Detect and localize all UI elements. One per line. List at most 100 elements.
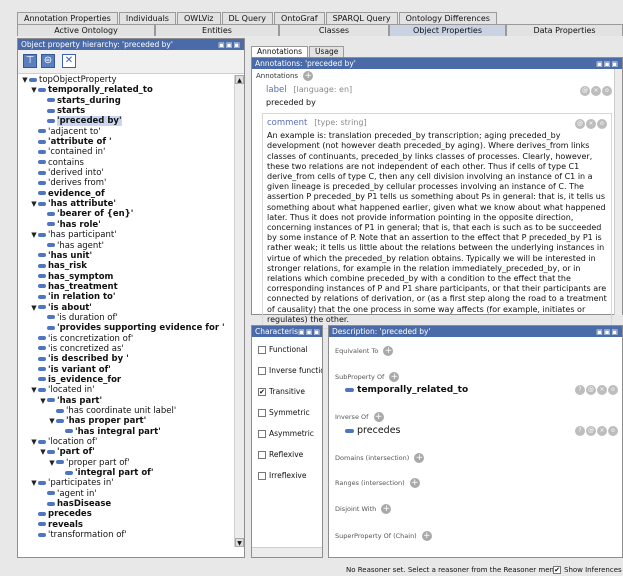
info-icon[interactable]: o: [597, 119, 607, 130]
tree-item[interactable]: is_evidence_for: [18, 375, 244, 385]
edit-icon[interactable]: @: [575, 119, 585, 130]
edit-icon[interactable]: @: [586, 385, 596, 395]
tree-item[interactable]: 'derives from': [18, 178, 244, 188]
delete-icon[interactable]: ×: [591, 86, 601, 96]
tree-item[interactable]: 'contained in': [18, 147, 244, 157]
tree-item[interactable]: ▼ 'participates in': [18, 478, 244, 488]
tree-item[interactable]: ▼ 'has part': [18, 396, 244, 406]
tab-classes[interactable]: Classes: [279, 24, 389, 36]
tree-item[interactable]: has_risk: [18, 261, 244, 271]
characteristic-checkbox[interactable]: [258, 409, 266, 417]
edit-icon[interactable]: @: [580, 86, 590, 96]
characteristics-horizontal-scrollbar[interactable]: [252, 547, 322, 557]
tree-item[interactable]: ▼ topObjectProperty: [18, 75, 244, 85]
delete-icon[interactable]: ×: [597, 426, 607, 436]
add-equivalent-icon[interactable]: +: [383, 346, 394, 356]
tab-owlviz[interactable]: OWLViz: [176, 12, 221, 24]
edit-icon[interactable]: @: [586, 426, 596, 436]
show-inferences-checkbox[interactable]: ✔: [553, 566, 561, 574]
characteristic-item[interactable]: ✔ Transitive: [252, 386, 322, 400]
expand-toggle-icon[interactable]: ▼: [48, 416, 56, 426]
panel-window-buttons[interactable]: ▣▣▣: [298, 327, 321, 338]
tree-item[interactable]: 'preceded by': [18, 116, 244, 127]
expand-toggle-icon[interactable]: ▼: [30, 199, 38, 209]
expand-toggle-icon[interactable]: ▼: [30, 85, 38, 95]
expand-toggle-icon[interactable]: ▼: [30, 303, 38, 313]
inverse-value[interactable]: precedes: [345, 425, 401, 436]
delete-icon[interactable]: ×: [586, 119, 596, 130]
characteristic-item[interactable]: Asymmetric: [252, 428, 322, 442]
tree-item[interactable]: 'has unit': [18, 251, 244, 261]
delete-icon[interactable]: ×: [597, 385, 607, 395]
characteristic-item[interactable]: Functional: [252, 344, 322, 358]
tree-item[interactable]: 'is duration of': [18, 313, 244, 323]
add-disjoint-icon[interactable]: +: [381, 504, 392, 514]
characteristic-checkbox[interactable]: [258, 451, 266, 459]
tree-item[interactable]: ▼ 'part of': [18, 447, 244, 457]
characteristic-item[interactable]: Symmetric: [252, 407, 322, 421]
property-tree[interactable]: ▼ topObjectProperty ▼ temporally_related_to…: [18, 75, 244, 547]
characteristic-checkbox[interactable]: [258, 430, 266, 438]
add-inverse-icon[interactable]: +: [373, 412, 384, 422]
expand-toggle-icon[interactable]: ▼: [39, 447, 47, 457]
delete-property-icon[interactable]: ✕: [62, 54, 76, 68]
tree-item[interactable]: 'has role': [18, 220, 244, 230]
tree-item[interactable]: ▼ 'has attribute': [18, 199, 244, 209]
add-chain-icon[interactable]: +: [421, 531, 432, 541]
tree-item[interactable]: 'is described by ': [18, 354, 244, 364]
characteristic-checkbox[interactable]: [258, 367, 266, 375]
annotations-vertical-scrollbar[interactable]: [614, 69, 622, 315]
expand-toggle-icon[interactable]: ▼: [30, 437, 38, 447]
tree-item[interactable]: 'transformation of': [18, 530, 244, 540]
tree-item[interactable]: contains: [18, 158, 244, 168]
tree-item[interactable]: 'integral part of': [18, 468, 244, 478]
characteristic-checkbox[interactable]: [258, 472, 266, 480]
expand-toggle-icon[interactable]: ▼: [48, 458, 56, 468]
tree-item[interactable]: ▼ 'proper part of': [18, 458, 244, 468]
expand-toggle-icon[interactable]: ▼: [39, 396, 47, 406]
tab-usage[interactable]: Usage: [309, 46, 345, 57]
tree-item[interactable]: 'derived into': [18, 168, 244, 178]
tab-ontograf[interactable]: OntoGraf: [273, 12, 325, 24]
characteristic-checkbox[interactable]: [258, 346, 266, 354]
tree-item[interactable]: 'has agent': [18, 241, 244, 251]
add-annotation-icon[interactable]: +: [303, 71, 314, 81]
tree-item[interactable]: reveals: [18, 520, 244, 530]
tree-item[interactable]: ▼ 'has proper part': [18, 416, 244, 426]
tree-item[interactable]: precedes: [18, 509, 244, 519]
tree-item[interactable]: evidence_of: [18, 189, 244, 199]
characteristic-item[interactable]: Reflexive: [252, 449, 322, 463]
tree-item[interactable]: ▼ 'location of': [18, 437, 244, 447]
expand-toggle-icon[interactable]: ▼: [30, 385, 38, 395]
expand-toggle-icon[interactable]: ▼: [30, 230, 38, 240]
tree-item[interactable]: 'agent in': [18, 489, 244, 499]
tree-item[interactable]: 'is concretized as': [18, 344, 244, 354]
help-icon[interactable]: ?: [575, 426, 585, 436]
add-sub-property-icon[interactable]: ⊤: [23, 54, 37, 68]
info-icon[interactable]: o: [602, 86, 612, 96]
tree-item[interactable]: ▼ temporally_related_to: [18, 85, 244, 95]
tab-active-ontology[interactable]: Active Ontology: [17, 24, 155, 36]
tree-item[interactable]: 'provides supporting evidence for ': [18, 323, 244, 333]
tree-item[interactable]: ▼ 'located in': [18, 385, 244, 395]
tab-individuals[interactable]: Individuals: [118, 12, 176, 24]
add-domain-icon[interactable]: +: [414, 453, 425, 463]
info-icon[interactable]: o: [608, 426, 618, 436]
tab-sparql-query[interactable]: SPARQL Query: [325, 12, 398, 24]
add-subproperty-icon[interactable]: +: [389, 372, 400, 382]
tree-item[interactable]: 'is variant of': [18, 365, 244, 375]
tree-item[interactable]: 'attribute of ': [18, 137, 244, 147]
tab-data-properties[interactable]: Data Properties: [506, 24, 623, 36]
tab-object-properties[interactable]: Object Properties: [389, 24, 506, 36]
tree-item[interactable]: has_treatment: [18, 282, 244, 292]
expand-toggle-icon[interactable]: ▼: [21, 75, 29, 85]
tree-item[interactable]: 'is concretization of': [18, 334, 244, 344]
help-icon[interactable]: ?: [575, 385, 585, 395]
tab-annotation-properties[interactable]: Annotation Properties: [17, 12, 118, 24]
tree-item[interactable]: 'adjacent to': [18, 127, 244, 137]
tab-ontology-differences[interactable]: Ontology Differences: [398, 12, 497, 24]
tree-item[interactable]: has_symptom: [18, 272, 244, 282]
tree-item[interactable]: ▼ 'is about': [18, 303, 244, 313]
tab-dl-query[interactable]: DL Query: [221, 12, 273, 24]
hierarchy-vertical-scrollbar[interactable]: ▲ ▼: [234, 75, 244, 547]
